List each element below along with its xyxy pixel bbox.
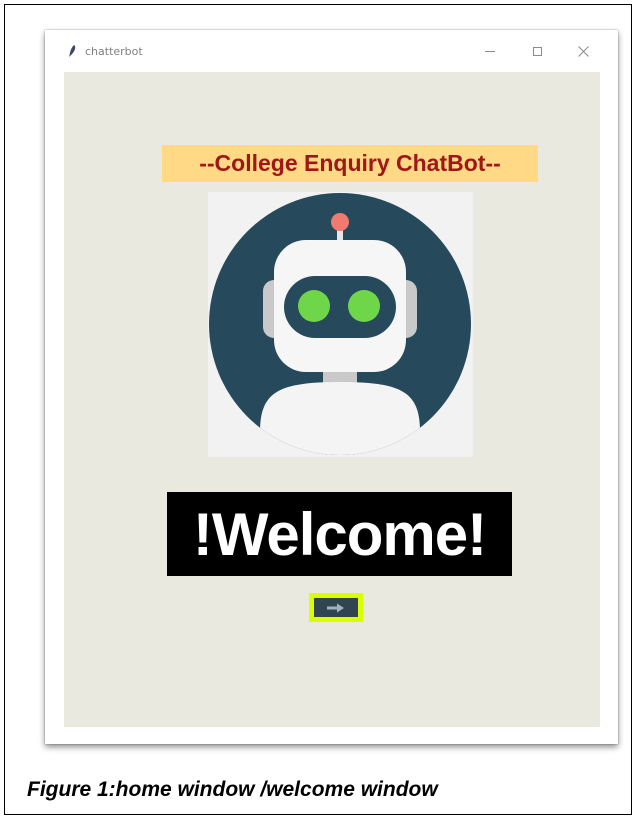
maximize-icon bbox=[532, 46, 542, 56]
title-bar[interactable]: chatterbot bbox=[45, 30, 618, 70]
right-arrow-icon bbox=[327, 603, 344, 612]
next-button[interactable] bbox=[309, 593, 363, 622]
app-window: chatterbot --College Enquiry ChatBot-- !… bbox=[45, 30, 618, 744]
minimize-button[interactable] bbox=[475, 40, 505, 62]
maximize-button[interactable] bbox=[522, 40, 552, 62]
window-content: --College Enquiry ChatBot-- !Welcome! bbox=[64, 72, 600, 727]
app-heading: --College Enquiry ChatBot-- bbox=[162, 145, 538, 182]
robot-avatar-icon bbox=[208, 192, 473, 457]
window-title: chatterbot bbox=[85, 45, 143, 58]
next-button-face bbox=[314, 598, 358, 617]
close-icon bbox=[577, 45, 589, 57]
close-button[interactable] bbox=[568, 40, 598, 62]
minimize-icon bbox=[485, 50, 495, 52]
welcome-banner: !Welcome! bbox=[167, 492, 512, 576]
feather-icon bbox=[69, 45, 76, 57]
figure-caption: Figure 1:home window /welcome window bbox=[27, 778, 438, 801]
document-frame: chatterbot --College Enquiry ChatBot-- !… bbox=[4, 4, 632, 815]
